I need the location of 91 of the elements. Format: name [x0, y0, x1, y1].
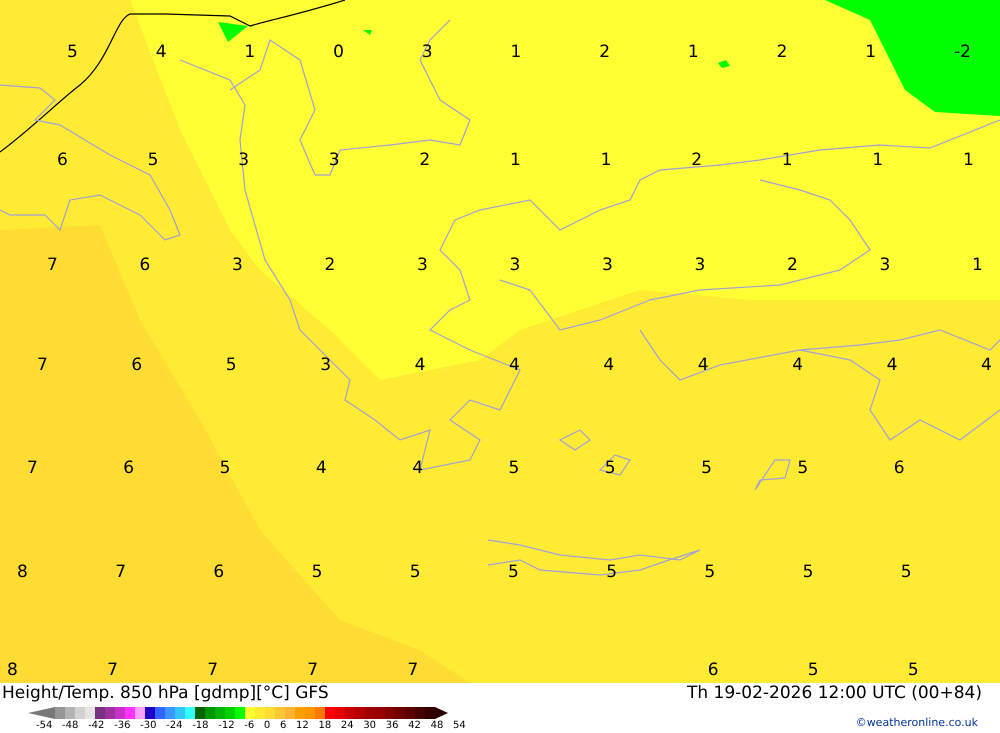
chart-title: Height/Temp. 850 hPa [gdmp][°C] GFS	[2, 685, 329, 702]
scale-tick-label: 18	[318, 721, 332, 731]
temperature-label: 1	[510, 152, 521, 169]
temperature-label: 8	[17, 564, 28, 581]
temperature-label: 4	[886, 357, 898, 374]
temperature-label: 1	[972, 257, 983, 274]
temperature-label: 5	[797, 460, 808, 477]
temperature-label: 5	[908, 662, 919, 679]
scale-tick-label: 36	[386, 721, 398, 731]
temperature-label: 2	[599, 44, 610, 61]
temperature-label: 5	[508, 460, 520, 477]
temperature-label: 5	[808, 662, 819, 679]
temperature-label: 4	[156, 44, 167, 61]
temperature-label: 1	[782, 152, 793, 169]
temperature-label: 4	[981, 357, 992, 374]
temperature-label: 7	[207, 662, 218, 679]
temperature-label: 3	[232, 257, 243, 274]
temperature-label: 2	[419, 152, 430, 169]
temperature-label: 4	[412, 460, 424, 477]
temperature-label: 5	[802, 564, 814, 581]
temperature-label: 7	[107, 662, 118, 679]
temperature-label: 5	[900, 564, 912, 581]
temperature-label: 6	[213, 564, 224, 581]
temperature-label: 6	[894, 460, 905, 477]
scale-tick-label: 42	[408, 721, 421, 731]
temperature-label: 7	[115, 564, 126, 581]
scale-tick-label: -24	[166, 721, 182, 731]
right-arrow-icon	[435, 707, 448, 719]
scale-tick-label: 0	[264, 721, 270, 731]
temperature-label: 1	[510, 44, 522, 61]
scale-tick-label: 6	[280, 721, 286, 731]
temperature-label: 7	[407, 662, 418, 679]
temperature-label: 5	[704, 564, 716, 581]
temperature-label: 4	[792, 357, 804, 374]
temperature-label: 4	[316, 460, 327, 477]
temperature-label: 5	[410, 564, 421, 581]
scale-tick-label: 30	[363, 721, 376, 731]
temperature-label: 1	[872, 152, 884, 169]
temperature-label: 3	[694, 257, 706, 274]
temperature-label: 2	[787, 257, 798, 274]
scale-tick-label: -18	[192, 721, 209, 731]
temperature-label: 4	[603, 357, 614, 374]
temperature-label: 5	[701, 460, 712, 477]
temperature-label: 0	[333, 44, 344, 61]
scale-tick-label: 24	[340, 721, 354, 731]
temperature-label: 3	[602, 257, 613, 274]
scale-tick-label: -12	[218, 721, 235, 731]
temperature-label: 7	[37, 357, 48, 374]
temperature-label: 7	[47, 257, 58, 274]
temperature-label: 6	[131, 357, 142, 374]
temperature-label: 1	[865, 44, 876, 61]
temperature-label: 3	[510, 257, 520, 274]
temperature-label: 4	[698, 357, 709, 374]
forecast-datetime: Th 19-02-2026 12:00 UTC (00+84)	[686, 685, 982, 702]
temperature-label: 1	[688, 44, 699, 61]
temperature-label: 5	[508, 564, 519, 581]
scale-tick-label: 48	[430, 721, 444, 731]
temperature-label: 2	[324, 257, 336, 274]
scale-tick-label: -48	[62, 721, 78, 731]
temperature-label: 5	[312, 564, 322, 581]
temperature-label: 7	[27, 460, 38, 477]
temperature-label: 1	[244, 44, 256, 61]
left-arrow-icon	[28, 707, 55, 719]
temperature-label: 5	[220, 460, 230, 477]
temperature-label: 6	[123, 460, 134, 477]
temperature-label: 7	[307, 662, 318, 679]
temperature-label: 5	[226, 357, 237, 374]
temperature-label: 3	[422, 44, 433, 61]
temperature-label: 8	[7, 662, 18, 679]
temperature-label: 6	[140, 257, 150, 274]
temperature-label: 4	[414, 357, 426, 374]
temperature-label: 1	[600, 152, 612, 169]
temperature-label: 6	[57, 152, 68, 169]
scale-tick-label: -6	[244, 721, 254, 731]
scale-tick-label: -30	[140, 721, 156, 731]
scale-tick-label: 12	[296, 721, 309, 731]
temperature-label: 2	[776, 44, 788, 61]
temperature-label: 6	[708, 662, 719, 679]
temperature-label: -2	[954, 44, 971, 61]
temperature-label: 5	[148, 152, 158, 169]
credit-link[interactable]: ©weatheronline.co.uk	[856, 717, 978, 728]
scale-tick-label: -36	[114, 721, 130, 731]
temperature-label: 3	[417, 257, 428, 274]
temperature-label: 3	[880, 257, 890, 274]
temperature-label: 1	[963, 152, 974, 169]
temperature-label: 3	[320, 357, 332, 374]
temperature-label: 2	[691, 152, 702, 169]
scale-tick-label: 54	[453, 721, 466, 731]
scale-tick-label: -54	[36, 721, 52, 731]
scale-tick-label: -42	[88, 721, 104, 731]
temperature-label: 5	[67, 44, 78, 61]
